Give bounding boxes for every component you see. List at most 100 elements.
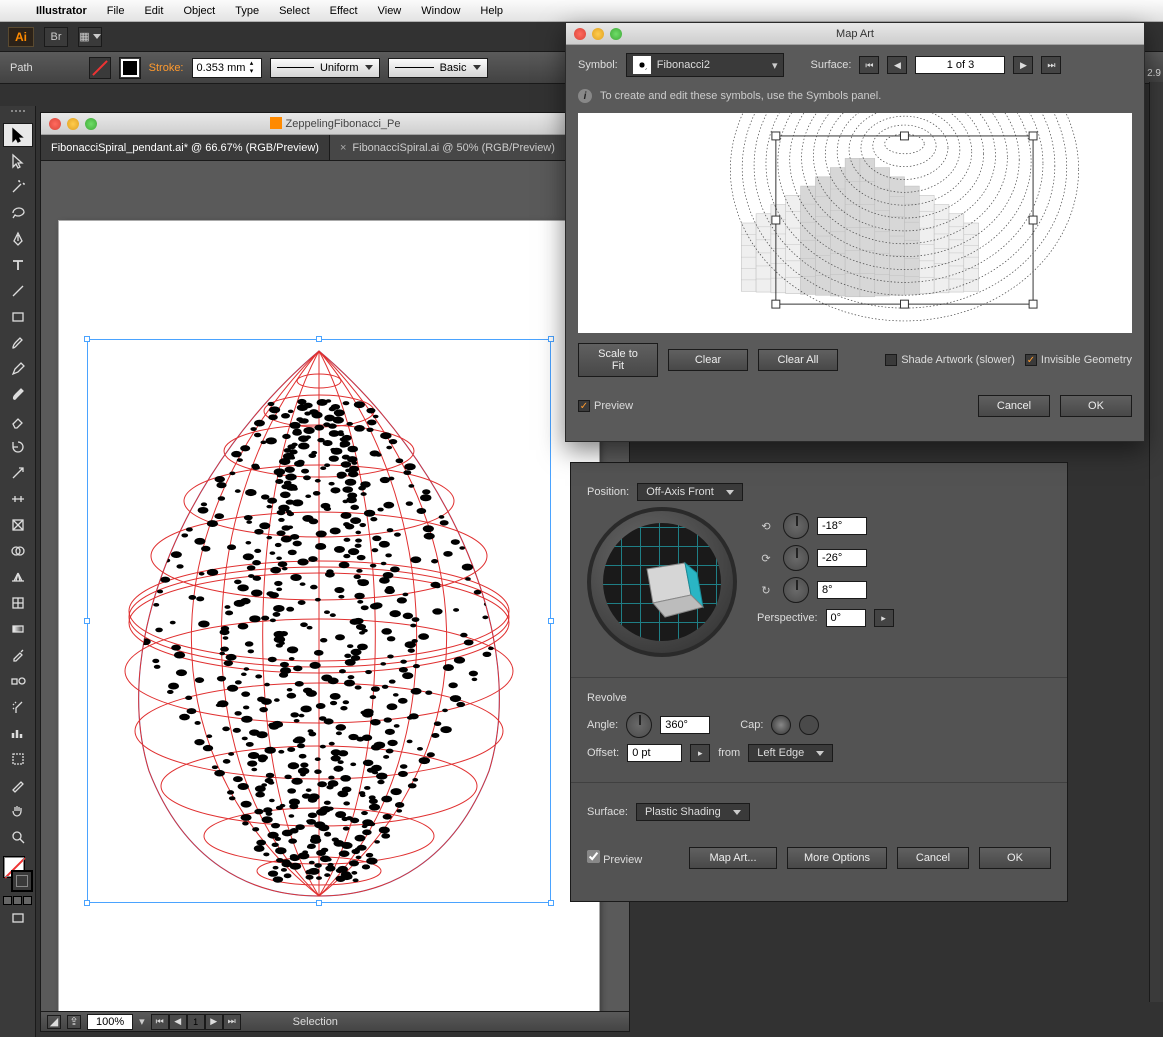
prev-artboard-button[interactable]: ◀ [169, 1014, 187, 1030]
draw-mode-buttons[interactable] [3, 896, 32, 905]
gradient-tool[interactable] [3, 617, 33, 641]
symbol-dropdown[interactable]: Fibonacci2 ▾ [626, 53, 785, 77]
clear-all-button[interactable]: Clear All [758, 349, 838, 371]
blob-brush-tool[interactable] [3, 383, 33, 407]
shape-builder-tool[interactable] [3, 539, 33, 563]
angle-dial[interactable] [626, 712, 652, 738]
selection-bounding-box[interactable] [87, 339, 551, 903]
hand-tool[interactable] [3, 799, 33, 823]
rectangle-tool[interactable] [3, 305, 33, 329]
prev-surface-button[interactable]: ◀ [887, 56, 907, 74]
menu-help[interactable]: Help [470, 5, 513, 17]
menu-file[interactable]: File [97, 5, 135, 17]
last-artboard-button[interactable]: ⏭ [223, 1014, 241, 1030]
rotate-x-dial[interactable] [783, 513, 809, 539]
canvas[interactable] [41, 161, 629, 1011]
next-artboard-button[interactable]: ▶ [205, 1014, 223, 1030]
stroke-weight-input[interactable]: 0.353 mm ▴▾ [192, 58, 262, 78]
scale-tool[interactable] [3, 461, 33, 485]
angle-input[interactable]: 360° [660, 716, 710, 734]
surface-index-display[interactable]: 1 of 3 [915, 56, 1005, 74]
first-surface-button[interactable]: ⏮ [859, 56, 879, 74]
type-tool[interactable] [3, 253, 33, 277]
cancel-button[interactable]: Cancel [897, 847, 969, 869]
mesh-tool[interactable] [3, 591, 33, 615]
zoom-tool[interactable] [3, 825, 33, 849]
rotate-z-input[interactable]: 8° [817, 581, 867, 599]
eraser-tool[interactable] [3, 409, 33, 433]
mapart-ok-button[interactable]: OK [1060, 395, 1132, 417]
map-art-button[interactable]: Map Art... [689, 847, 777, 869]
menu-object[interactable]: Object [173, 5, 225, 17]
artboard-number-input[interactable]: 1 [187, 1014, 205, 1030]
blend-tool[interactable] [3, 669, 33, 693]
cap-off-button[interactable] [799, 715, 819, 735]
surface-dropdown[interactable]: Plastic Shading [636, 803, 750, 821]
zoom-level-input[interactable]: 100% [87, 1014, 133, 1030]
magic-wand-tool[interactable] [3, 175, 33, 199]
collapsed-panel-dock[interactable] [1149, 82, 1163, 1002]
first-artboard-button[interactable]: ⏮ [151, 1014, 169, 1030]
selection-tool[interactable] [3, 123, 33, 147]
bridge-button[interactable]: Br [44, 27, 68, 47]
brush-definition-dropdown[interactable]: Basic [388, 58, 488, 78]
last-surface-button[interactable]: ⏭ [1041, 56, 1061, 74]
menu-view[interactable]: View [368, 5, 412, 17]
ok-button[interactable]: OK [979, 847, 1051, 869]
stroke-label[interactable]: Stroke: [149, 62, 184, 74]
perspective-input[interactable]: 0° [826, 609, 866, 627]
zoom-dropdown-icon[interactable]: ▾ [139, 1015, 145, 1028]
dialog-titlebar[interactable]: Map Art [566, 23, 1144, 45]
from-edge-dropdown[interactable]: Left Edge [748, 744, 833, 762]
pen-tool[interactable] [3, 227, 33, 251]
scale-to-fit-button[interactable]: Scale to Fit [578, 343, 658, 377]
lasso-tool[interactable] [3, 201, 33, 225]
offset-input[interactable]: 0 pt [627, 744, 682, 762]
stroke-swatch[interactable] [119, 57, 141, 79]
fill-swatch[interactable] [89, 57, 111, 79]
perspective-grid-tool[interactable] [3, 565, 33, 589]
position-dropdown[interactable]: Off-Axis Front [637, 483, 743, 501]
clear-button[interactable]: Clear [668, 349, 748, 371]
symbol-sprayer-tool[interactable] [3, 695, 33, 719]
perspective-slider-button[interactable]: ▸ [874, 609, 894, 627]
fill-stroke-control[interactable] [3, 856, 33, 892]
invisible-geometry-checkbox[interactable]: Invisible Geometry [1025, 354, 1132, 366]
more-options-button[interactable]: More Options [787, 847, 887, 869]
expand-icon[interactable]: ◢ [47, 1015, 61, 1029]
arrange-documents-button[interactable]: ▦ [78, 27, 102, 47]
menu-select[interactable]: Select [269, 5, 320, 17]
export-icon[interactable]: ⇪ [67, 1015, 81, 1029]
rotation-trackball[interactable] [587, 507, 737, 657]
cap-on-button[interactable] [771, 715, 791, 735]
direct-selection-tool[interactable] [3, 149, 33, 173]
menu-edit[interactable]: Edit [134, 5, 173, 17]
rotate-tool[interactable] [3, 435, 33, 459]
eyedropper-tool[interactable] [3, 643, 33, 667]
next-surface-button[interactable]: ▶ [1013, 56, 1033, 74]
menu-window[interactable]: Window [411, 5, 470, 17]
menu-type[interactable]: Type [225, 5, 269, 17]
close-icon[interactable]: × [340, 142, 346, 154]
offset-slider-button[interactable]: ▸ [690, 744, 710, 762]
rotate-y-input[interactable]: -26° [817, 549, 867, 567]
mapart-cancel-button[interactable]: Cancel [978, 395, 1050, 417]
artboard-tool[interactable] [3, 747, 33, 771]
menu-effect[interactable]: Effect [320, 5, 368, 17]
column-graph-tool[interactable] [3, 721, 33, 745]
variable-width-profile-dropdown[interactable]: Uniform [270, 58, 380, 78]
app-menu[interactable]: Illustrator [26, 5, 97, 17]
map-art-preview[interactable] [578, 113, 1132, 333]
line-segment-tool[interactable] [3, 279, 33, 303]
shade-artwork-checkbox[interactable]: Shade Artwork (slower) [885, 354, 1015, 366]
rotate-z-dial[interactable] [783, 577, 809, 603]
free-transform-tool[interactable] [3, 513, 33, 537]
screen-mode-button[interactable] [3, 906, 33, 930]
preview-checkbox[interactable]: Preview [587, 850, 642, 866]
mapart-preview-checkbox[interactable]: Preview [578, 400, 633, 412]
document-tab[interactable]: ×FibonacciSpiral.ai @ 50% (RGB/Preview) [330, 135, 566, 160]
rotate-x-input[interactable]: -18° [817, 517, 867, 535]
rotate-y-dial[interactable] [783, 545, 809, 571]
document-tab[interactable]: FibonacciSpiral_pendant.ai* @ 66.67% (RG… [41, 135, 330, 160]
document-titlebar[interactable]: ZeppelingFibonacci_Pe [41, 113, 629, 135]
